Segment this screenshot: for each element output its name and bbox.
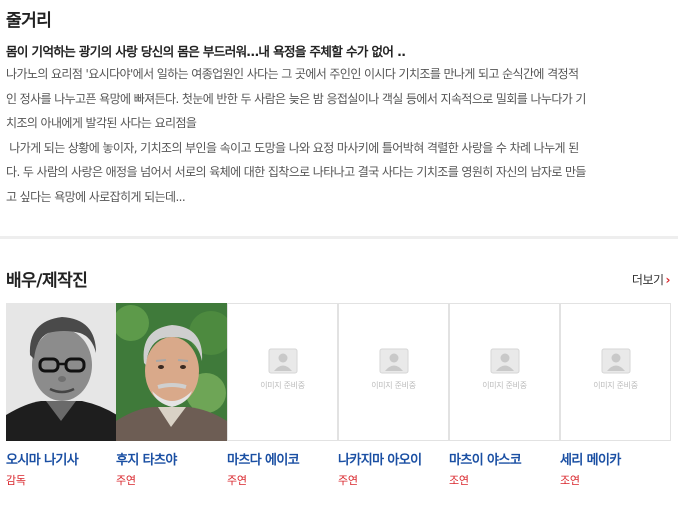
placeholder-text: 이미지 준비중	[260, 381, 305, 390]
cast-title: 배우/제작진	[6, 271, 88, 291]
image-placeholder-icon	[379, 348, 408, 374]
cast-card[interactable]: 후지 타츠야 주연	[116, 303, 227, 488]
synopsis-line: 인 정사를 나누고픈 욕망에 빠져든다. 첫눈에 반한 두 사람은 늦은 밤 응…	[6, 91, 586, 106]
person-role: 조연	[449, 474, 469, 487]
image-placeholder-icon	[490, 348, 519, 374]
placeholder-content: 이미지 준비중	[450, 348, 559, 391]
synopsis-body: 나가노의 요리점 '요시다야'에서 일하는 여종업원인 사다는 그 곳에서 주인…	[6, 62, 670, 209]
person-role: 주연	[116, 474, 136, 487]
photo-placeholder[interactable]: 이미지 준비중	[338, 303, 449, 441]
person-role: 조연	[560, 474, 580, 487]
person-photo[interactable]	[6, 303, 117, 441]
more-label: 더보기	[631, 273, 664, 287]
synopsis-headline: 몸이 기억하는 광기의 사랑 당신의 몸은 부드러워…내 욕정을 주체할 수가 …	[6, 44, 406, 59]
cast-section: 배우/제작진 더보기 › 오시마 나기사 감독 후지 타츠야 주연 이미지 준비…	[0, 239, 678, 506]
person-name[interactable]: 마츠다 에이코	[227, 449, 338, 468]
person-name[interactable]: 세리 메이카	[560, 449, 671, 468]
image-placeholder-icon	[268, 348, 297, 374]
cast-card[interactable]: 이미지 준비중 세리 메이카 조연	[560, 303, 671, 488]
person-role: 감독	[6, 474, 26, 487]
person-photo[interactable]	[116, 303, 227, 441]
placeholder-text: 이미지 준비중	[482, 381, 527, 390]
person-name[interactable]: 후지 타츠야	[116, 449, 227, 468]
more-link[interactable]: 더보기 ›	[631, 271, 671, 288]
cast-card[interactable]: 오시마 나기사 감독	[6, 303, 117, 488]
person-name[interactable]: 나카지마 아오이	[338, 449, 449, 468]
cast-card[interactable]: 이미지 준비중 나카지마 아오이 주연	[338, 303, 449, 488]
photo-placeholder[interactable]: 이미지 준비중	[449, 303, 560, 441]
synopsis-title: 줄거리	[6, 11, 52, 31]
placeholder-content: 이미지 준비중	[228, 348, 337, 391]
synopsis-line: 치조의 아내에게 발각된 사다는 요리점을	[6, 116, 197, 130]
synopsis-line: 나가노의 요리점 '요시다야'에서 일하는 여종업원인 사다는 그 곳에서 주인…	[6, 67, 579, 81]
placeholder-content: 이미지 준비중	[339, 348, 448, 391]
person-name[interactable]: 마츠이 야스코	[449, 449, 560, 468]
synopsis-section: 줄거리 몸이 기억하는 광기의 사랑 당신의 몸은 부드러워…내 욕정을 주체할…	[0, 0, 678, 236]
placeholder-content: 이미지 준비중	[561, 348, 670, 391]
photo-placeholder[interactable]: 이미지 준비중	[227, 303, 338, 441]
person-name[interactable]: 오시마 나기사	[6, 449, 117, 468]
synopsis-line: 다. 두 사람의 사랑은 애정을 넘어서 서로의 육체에 대한 집착으로 나타나…	[6, 165, 586, 179]
placeholder-text: 이미지 준비중	[371, 381, 416, 390]
image-placeholder-icon	[601, 348, 630, 374]
synopsis-line: 고 싶다는 욕망에 사로잡히게 되는데...	[6, 189, 186, 204]
person-role: 주연	[227, 474, 247, 487]
person-role: 주연	[338, 474, 358, 487]
chevron-right-icon: ›	[665, 273, 671, 287]
cast-card[interactable]: 이미지 준비중 마츠이 야스코 조연	[449, 303, 560, 488]
synopsis-line: 나가게 되는 상황에 놓이자, 기치조의 부인을 속이고 도망을 나와 요정 마…	[6, 140, 579, 155]
placeholder-text: 이미지 준비중	[593, 381, 638, 390]
photo-placeholder[interactable]: 이미지 준비중	[560, 303, 671, 441]
cast-card[interactable]: 이미지 준비중 마츠다 에이코 주연	[227, 303, 338, 488]
